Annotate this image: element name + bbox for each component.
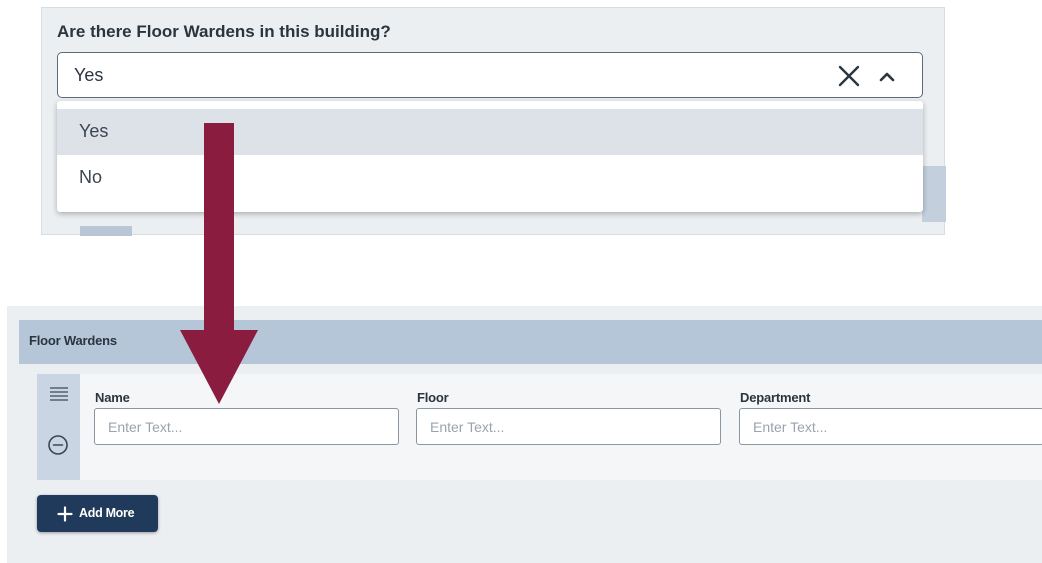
option-yes[interactable]: Yes [57, 109, 923, 155]
department-input[interactable] [739, 408, 1042, 445]
drag-handle-icon[interactable] [49, 386, 69, 402]
section-title: Floor Wardens [29, 333, 117, 348]
option-label: Yes [79, 121, 109, 141]
minus-circle-icon[interactable] [47, 434, 69, 456]
arrow-down-icon [180, 330, 258, 404]
plus-icon [57, 506, 73, 522]
name-label: Name [95, 390, 130, 405]
question-label: Are there Floor Wardens in this building… [57, 22, 391, 41]
dropdown-menu: Yes No [57, 101, 923, 212]
floor-wardens-select[interactable]: Yes [57, 52, 923, 98]
section-header: Floor Wardens [19, 320, 1042, 364]
background-section-header [922, 166, 946, 222]
close-icon[interactable] [836, 63, 862, 89]
background-row-handle [80, 226, 132, 236]
department-label: Department [740, 390, 811, 405]
option-no[interactable]: No [57, 155, 923, 201]
chevron-up-icon[interactable] [877, 67, 897, 87]
floor-label: Floor [417, 390, 449, 405]
floor-input[interactable] [416, 408, 721, 445]
add-more-label: Add More [79, 506, 135, 520]
row-handle [37, 374, 80, 480]
arrow-shaft [204, 123, 234, 335]
option-label: No [79, 167, 103, 187]
add-more-button[interactable]: Add More [37, 495, 158, 532]
floor-wardens-panel: Floor Wardens Name Floor Department Add … [7, 306, 1042, 563]
select-value: Yes [74, 65, 104, 85]
name-input[interactable] [94, 408, 399, 445]
